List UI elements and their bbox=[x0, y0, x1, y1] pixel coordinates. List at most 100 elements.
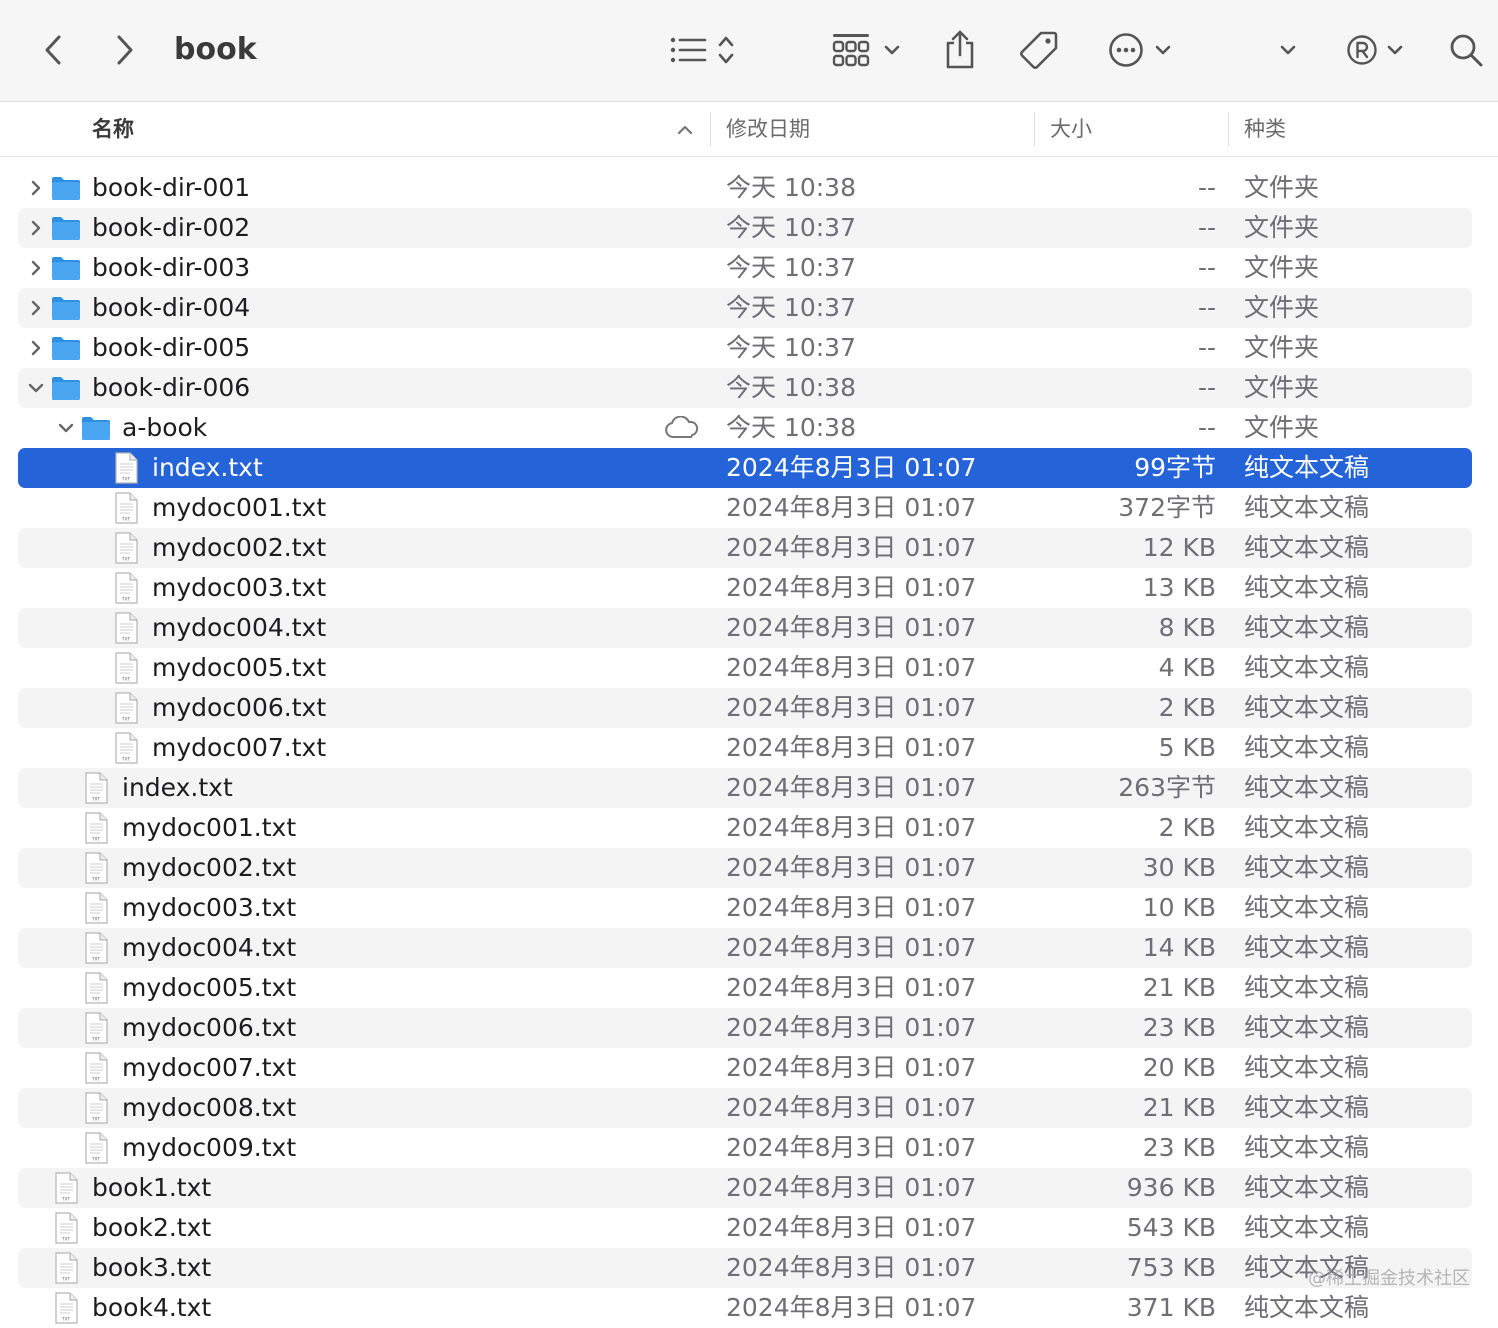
text-file-icon: TXT bbox=[82, 932, 114, 964]
share-icon[interactable] bbox=[940, 26, 980, 74]
folder-row[interactable]: book-dir-001 今天 10:38 -- 文件夹 bbox=[18, 168, 1472, 208]
cloud-icon[interactable] bbox=[664, 415, 700, 444]
folder-row[interactable]: book-dir-004 今天 10:37 -- 文件夹 bbox=[18, 288, 1472, 328]
file-kind: 纯文本文稿 bbox=[1244, 533, 1370, 562]
disclosure-collapsed-icon[interactable] bbox=[24, 328, 48, 368]
file-name: index.txt bbox=[152, 453, 263, 482]
file-row[interactable]: TXT book3.txt 2024年8月3日 01:07 753 KB 纯文本文稿 bbox=[18, 1248, 1472, 1288]
file-row[interactable]: TXT mydoc008.txt 2024年8月3日 01:07 21 KB 纯文本文稿 bbox=[18, 1088, 1472, 1128]
file-size: 2 KB bbox=[1158, 813, 1216, 842]
modified-date: 2024年8月3日 01:07 bbox=[726, 813, 977, 842]
file-row[interactable]: TXT mydoc007.txt 2024年8月3日 01:07 20 KB 纯文本文稿 bbox=[18, 1048, 1472, 1088]
column-divider[interactable] bbox=[1228, 112, 1229, 146]
svg-text:TXT: TXT bbox=[121, 637, 130, 642]
file-size: 753 KB bbox=[1126, 1253, 1216, 1282]
list-icon bbox=[669, 35, 709, 65]
folder-row[interactable]: book-dir-006 今天 10:38 -- 文件夹 bbox=[18, 368, 1472, 408]
file-name: mydoc004.txt bbox=[122, 933, 297, 962]
text-file-icon: TXT bbox=[82, 1132, 114, 1164]
file-kind: 纯文本文稿 bbox=[1244, 493, 1370, 522]
column-date[interactable]: 修改日期 bbox=[726, 102, 810, 156]
chevron-left-icon[interactable] bbox=[36, 26, 72, 74]
text-file-icon: TXT bbox=[112, 692, 144, 724]
file-kind: 文件夹 bbox=[1244, 373, 1320, 402]
file-row[interactable]: TXT mydoc001.txt 2024年8月3日 01:07 2 KB 纯文本文稿 bbox=[18, 808, 1472, 848]
modified-date: 2024年8月3日 01:07 bbox=[726, 693, 977, 722]
file-size: 5 KB bbox=[1158, 733, 1216, 762]
file-size: 371 KB bbox=[1126, 1293, 1216, 1322]
disclosure-expanded-icon[interactable] bbox=[54, 408, 78, 448]
file-name: book-dir-003 bbox=[92, 253, 251, 282]
file-row[interactable]: TXT mydoc002.txt 2024年8月3日 01:07 30 KB 纯文本文稿 bbox=[18, 848, 1472, 888]
folder-row[interactable]: book-dir-003 今天 10:37 -- 文件夹 bbox=[18, 248, 1472, 288]
file-row[interactable]: TXT book1.txt 2024年8月3日 01:07 936 KB 纯文本文稿 bbox=[18, 1168, 1472, 1208]
file-row[interactable]: TXT book2.txt 2024年8月3日 01:07 543 KB 纯文本文稿 bbox=[18, 1208, 1472, 1248]
more-actions-button[interactable] bbox=[1104, 26, 1176, 74]
file-kind: 纯文本文稿 bbox=[1244, 813, 1370, 842]
sort-ascending-icon[interactable] bbox=[676, 102, 694, 156]
tag-icon[interactable] bbox=[1016, 26, 1062, 74]
svg-text:TXT: TXT bbox=[61, 1237, 70, 1242]
folder-row[interactable]: book-dir-005 今天 10:37 -- 文件夹 bbox=[18, 328, 1472, 368]
modified-date: 2024年8月3日 01:07 bbox=[726, 773, 977, 802]
column-name[interactable]: 名称 bbox=[92, 102, 134, 156]
file-row[interactable]: TXT book4.txt 2024年8月3日 01:07 371 KB 纯文本文稿 bbox=[18, 1288, 1472, 1328]
chevron-down-icon[interactable] bbox=[1274, 26, 1302, 74]
group-button[interactable] bbox=[826, 26, 906, 74]
text-file-icon: TXT bbox=[82, 1012, 114, 1044]
svg-text:TXT: TXT bbox=[91, 1117, 100, 1122]
registered-icon bbox=[1346, 34, 1378, 66]
file-row[interactable]: TXT mydoc009.txt 2024年8月3日 01:07 23 KB 纯文本文稿 bbox=[18, 1128, 1472, 1168]
file-size: 21 KB bbox=[1142, 973, 1216, 1002]
modified-date: 今天 10:38 bbox=[726, 173, 856, 202]
text-file-icon: TXT bbox=[82, 812, 114, 844]
toolbar: book bbox=[0, 0, 1498, 102]
file-row[interactable]: TXT mydoc001.txt 2024年8月3日 01:07 372字节 纯文本文稿 bbox=[18, 488, 1472, 528]
file-row[interactable]: TXT mydoc004.txt 2024年8月3日 01:07 8 KB 纯文本文稿 bbox=[18, 608, 1472, 648]
svg-text:TXT: TXT bbox=[121, 717, 130, 722]
file-size: 2 KB bbox=[1158, 693, 1216, 722]
disclosure-collapsed-icon[interactable] bbox=[24, 208, 48, 248]
file-row[interactable]: TXT mydoc003.txt 2024年8月3日 01:07 13 KB 纯文本文稿 bbox=[18, 568, 1472, 608]
file-row[interactable]: TXT mydoc002.txt 2024年8月3日 01:07 12 KB 纯文本文稿 bbox=[18, 528, 1472, 568]
file-row[interactable]: TXT mydoc006.txt 2024年8月3日 01:07 23 KB 纯文本文稿 bbox=[18, 1008, 1472, 1048]
chevron-right-icon[interactable] bbox=[106, 26, 142, 74]
column-kind[interactable]: 种类 bbox=[1244, 102, 1286, 156]
file-name: mydoc001.txt bbox=[122, 813, 297, 842]
folder-row[interactable]: a-book 今天 10:38 -- 文件夹 bbox=[18, 408, 1472, 448]
svg-text:TXT: TXT bbox=[91, 1077, 100, 1082]
search-icon[interactable] bbox=[1446, 26, 1486, 74]
file-row[interactable]: TXT index.txt 2024年8月3日 01:07 99字节 纯文本文稿 bbox=[18, 448, 1472, 488]
modified-date: 2024年8月3日 01:07 bbox=[726, 1133, 977, 1162]
column-divider[interactable] bbox=[1034, 112, 1035, 146]
file-row[interactable]: TXT mydoc005.txt 2024年8月3日 01:07 21 KB 纯文本文稿 bbox=[18, 968, 1472, 1008]
registered-button[interactable] bbox=[1342, 26, 1408, 74]
file-row[interactable]: TXT mydoc007.txt 2024年8月3日 01:07 5 KB 纯文本文稿 bbox=[18, 728, 1472, 768]
file-kind: 纯文本文稿 bbox=[1244, 1213, 1370, 1242]
folder-row[interactable]: book-dir-002 今天 10:37 -- 文件夹 bbox=[18, 208, 1472, 248]
text-file-icon: TXT bbox=[112, 572, 144, 604]
disclosure-collapsed-icon[interactable] bbox=[24, 168, 48, 208]
disclosure-collapsed-icon[interactable] bbox=[24, 288, 48, 328]
file-kind: 文件夹 bbox=[1244, 173, 1320, 202]
file-size: 13 KB bbox=[1142, 573, 1216, 602]
file-name: book-dir-001 bbox=[92, 173, 251, 202]
list-view-button[interactable] bbox=[660, 26, 744, 74]
file-row[interactable]: TXT mydoc005.txt 2024年8月3日 01:07 4 KB 纯文本文稿 bbox=[18, 648, 1472, 688]
file-row[interactable]: TXT index.txt 2024年8月3日 01:07 263字节 纯文本文稿 bbox=[18, 768, 1472, 808]
file-row[interactable]: TXT mydoc004.txt 2024年8月3日 01:07 14 KB 纯文本文稿 bbox=[18, 928, 1472, 968]
modified-date: 2024年8月3日 01:07 bbox=[726, 933, 977, 962]
svg-text:TXT: TXT bbox=[121, 517, 130, 522]
column-size[interactable]: 大小 bbox=[1050, 102, 1092, 156]
text-file-icon: TXT bbox=[82, 1052, 114, 1084]
file-kind: 文件夹 bbox=[1244, 293, 1320, 322]
file-kind: 文件夹 bbox=[1244, 413, 1320, 442]
disclosure-expanded-icon[interactable] bbox=[24, 368, 48, 408]
chevron-down-icon bbox=[1386, 44, 1404, 56]
file-row[interactable]: TXT mydoc003.txt 2024年8月3日 01:07 10 KB 纯文本文稿 bbox=[18, 888, 1472, 928]
disclosure-collapsed-icon[interactable] bbox=[24, 248, 48, 288]
svg-text:TXT: TXT bbox=[91, 997, 100, 1002]
file-row[interactable]: TXT mydoc006.txt 2024年8月3日 01:07 2 KB 纯文本文稿 bbox=[18, 688, 1472, 728]
file-kind: 纯文本文稿 bbox=[1244, 613, 1370, 642]
column-divider[interactable] bbox=[710, 112, 711, 146]
